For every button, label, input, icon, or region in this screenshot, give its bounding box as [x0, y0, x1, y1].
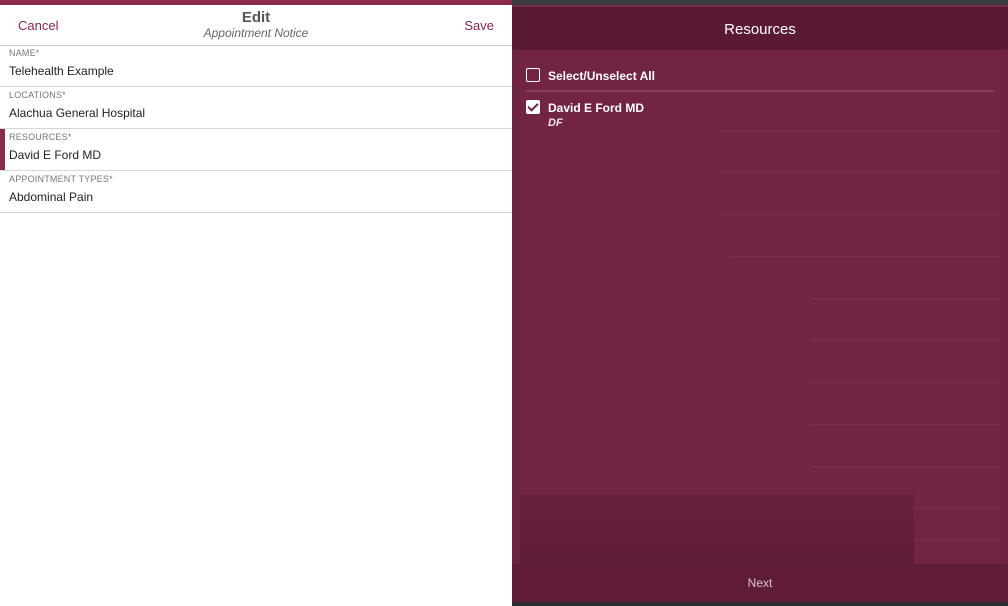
edit-header: Cancel Edit Appointment Notice Save	[0, 5, 512, 46]
locations-field-value: Alachua General Hospital	[9, 106, 146, 120]
edit-panel: Cancel Edit Appointment Notice Save NAME…	[0, 0, 512, 606]
resources-panel-footer: Next	[512, 564, 1008, 602]
select-all-row[interactable]: Select/Unselect All	[526, 66, 994, 92]
resources-field-label: RESOURCES*	[9, 132, 72, 142]
next-button[interactable]: Next	[512, 576, 1008, 590]
resources-panel: Resources Select/Unselect All David E Fo…	[512, 0, 1008, 606]
appointment-types-field-value: Abdominal Pain	[9, 190, 94, 204]
name-field-label: NAME*	[9, 48, 40, 58]
resource-item-david-e-ford-md[interactable]: David E Ford MD DF	[526, 98, 994, 132]
name-field-value: Telehealth Example	[9, 64, 114, 78]
resources-panel-title: Resources	[724, 21, 796, 38]
appointment-types-field-label: APPOINTMENT TYPES*	[9, 174, 113, 184]
select-all-checkbox[interactable]	[526, 68, 540, 82]
locations-field-label: LOCATIONS*	[9, 90, 66, 100]
locations-field[interactable]: LOCATIONS* Alachua General Hospital	[0, 87, 512, 129]
resource-name: David E Ford MD	[548, 101, 645, 115]
panel-bottom-edge	[512, 602, 1008, 606]
resources-list: Select/Unselect All David E Ford MD DF	[520, 50, 1000, 564]
save-button[interactable]: Save	[464, 18, 494, 33]
page-subtitle: Appointment Notice	[203, 26, 309, 40]
appointment-types-field[interactable]: APPOINTMENT TYPES* Abdominal Pain	[0, 171, 512, 213]
list-bottom-shade	[520, 494, 914, 564]
resource-initials: DF	[548, 117, 563, 129]
select-all-label: Select/Unselect All	[548, 69, 655, 83]
resource-checkbox[interactable]	[526, 100, 540, 114]
resources-field[interactable]: RESOURCES* David E Ford MD	[0, 129, 512, 171]
resources-field-value: David E Ford MD	[9, 148, 102, 162]
resources-panel-header: Resources	[512, 5, 1008, 50]
page-title: Edit	[241, 9, 271, 26]
name-field[interactable]: NAME* Telehealth Example	[0, 45, 512, 87]
